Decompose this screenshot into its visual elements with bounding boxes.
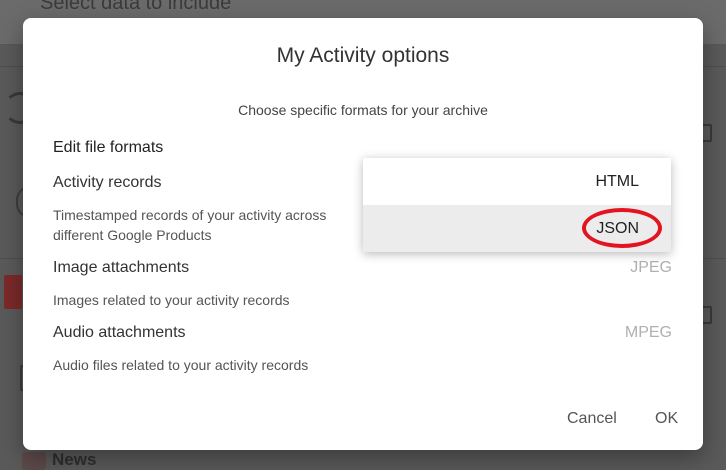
- news-label: News: [52, 450, 97, 469]
- image-attachments-description: Images related to your activity records: [53, 292, 290, 308]
- my-activity-options-dialog: My Activity options Choose specific form…: [23, 18, 703, 450]
- dialog-subtitle: Choose specific formats for your archive: [238, 102, 488, 118]
- ok-button[interactable]: OK: [649, 406, 684, 432]
- format-option-json-label: JSON: [596, 220, 639, 237]
- format-option-json[interactable]: JSON: [363, 205, 671, 252]
- format-option-html[interactable]: HTML: [363, 158, 671, 205]
- dialog-title: My Activity options: [276, 44, 450, 67]
- audio-attachments-label: Audio attachments: [53, 324, 186, 341]
- news-icon: [22, 452, 46, 470]
- edit-file-formats-heading: Edit file formats: [53, 139, 164, 156]
- product-logo-icon: [4, 275, 22, 309]
- activity-records-description: Timestamped records of your activity acr…: [53, 207, 327, 243]
- cancel-button[interactable]: Cancel: [561, 406, 623, 432]
- audio-format-select[interactable]: MPEG: [625, 324, 672, 342]
- background-page-title: Select data to include: [40, 0, 232, 14]
- activity-records-label: Activity records: [53, 174, 162, 191]
- image-format-select[interactable]: JPEG: [630, 259, 672, 277]
- image-attachments-label: Image attachments: [53, 259, 190, 276]
- audio-attachments-description: Audio files related to your activity rec…: [53, 357, 309, 373]
- activity-format-dropdown-menu: HTML JSON: [363, 158, 671, 252]
